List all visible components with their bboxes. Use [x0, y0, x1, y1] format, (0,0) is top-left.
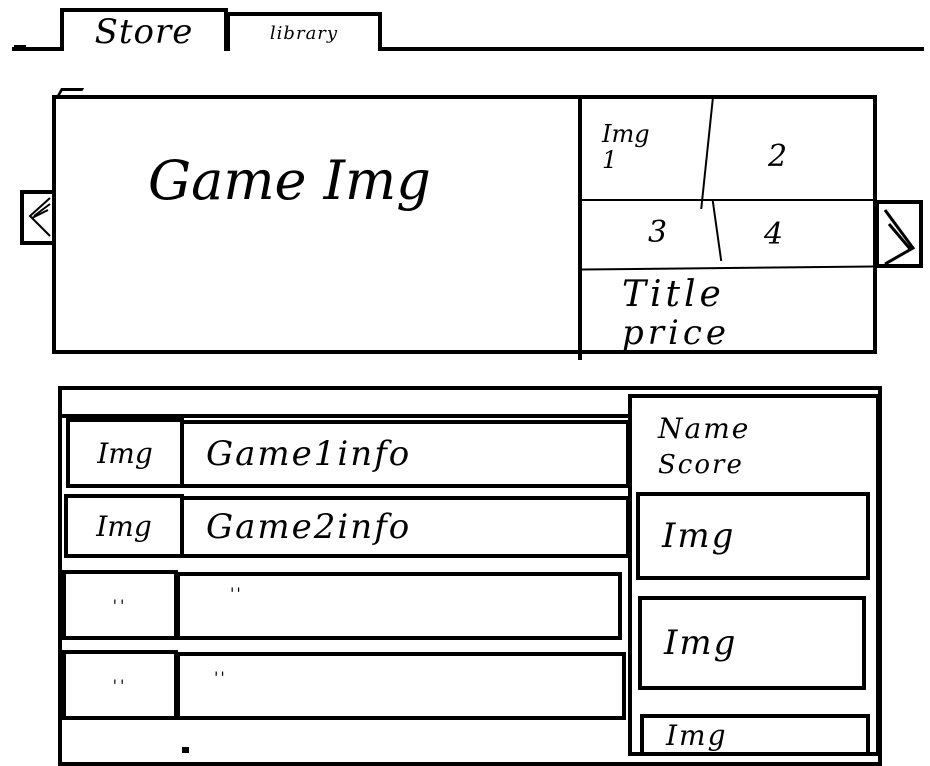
sidebar-card-3-label: Img — [666, 718, 728, 752]
game-row-2-image[interactable]: Img — [64, 494, 184, 558]
list-scroll-marker — [182, 747, 189, 753]
game-list-panel: Img Game1info Img Game2info '' '' '' '' … — [58, 386, 882, 766]
chevron-right-icon — [883, 209, 916, 266]
game-row-4-image[interactable]: '' — [62, 650, 178, 720]
game-row-4-info[interactable]: '' — [176, 652, 626, 720]
thumbnail-3[interactable]: 3 — [648, 215, 667, 250]
sidebar-card-2-label: Img — [664, 623, 738, 663]
game-row-3-image[interactable]: '' — [62, 570, 178, 640]
featured-image-label: Game Img — [148, 151, 448, 211]
game-row-1-info[interactable]: Game1info — [180, 420, 630, 488]
user-sidebar: Name Score Img Img Img — [628, 394, 880, 756]
sidebar-card-2[interactable]: Img — [638, 596, 866, 690]
featured-title: Title — [622, 274, 725, 315]
carousel-next-button[interactable] — [875, 200, 923, 268]
sidebar-name: Name — [658, 412, 751, 445]
chevron-left-icon — [28, 197, 51, 237]
game-row-1-info-text: Game1info — [206, 434, 412, 474]
game-row-1-image-label: Img — [97, 436, 153, 470]
thumb-grid-hline — [582, 199, 873, 201]
game-row-1-image[interactable]: Img — [66, 418, 184, 488]
game-row-4-info-text: '' — [214, 668, 227, 687]
tab-library-label: library — [269, 23, 339, 44]
carousel-prev-button[interactable] — [20, 190, 56, 245]
tab-library[interactable]: library — [226, 12, 382, 51]
sidebar-card-1[interactable]: Img — [636, 492, 870, 580]
game-row-2-image-label: Img — [96, 509, 152, 543]
thumbnail-2[interactable]: 2 — [768, 139, 787, 174]
game-row-3-image-label: '' — [112, 595, 128, 615]
thumbnail-grid: Img 1 2 3 4 — [581, 99, 874, 273]
featured-game-image[interactable]: Game Img — [56, 99, 578, 350]
tab-store-label: Store — [94, 11, 194, 52]
thumb-grid-vline — [700, 99, 714, 209]
featured-image-text: Game Img — [148, 149, 431, 212]
game-row-2-info[interactable]: Game2info — [180, 496, 630, 558]
thumbnail-4[interactable]: 4 — [764, 217, 783, 252]
sidebar-card-1-label: Img — [662, 516, 736, 556]
sidebar-score: Score — [658, 450, 744, 480]
featured-price: price — [622, 313, 731, 353]
game-row-2-info-text: Game2info — [206, 507, 412, 547]
sidebar-card-3[interactable]: Img — [640, 714, 870, 756]
tab-store[interactable]: Store — [60, 8, 228, 52]
featured-carousel: Game Img Img 1 2 3 4 Title price — [52, 95, 877, 360]
thumb-grid-hline-bottom — [581, 265, 874, 271]
game-row-4-image-label: '' — [112, 675, 128, 695]
game-row-3-info-text: '' — [230, 584, 243, 603]
thumbnail-1[interactable]: Img 1 — [602, 121, 672, 173]
game-row-3-info[interactable]: '' — [176, 572, 622, 640]
thumb-grid-vline-lower — [711, 201, 723, 261]
